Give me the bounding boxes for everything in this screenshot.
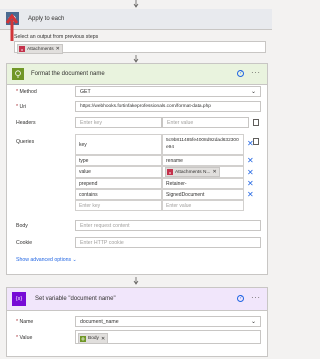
- query-value-0[interactable]: 5c9b811485fe4008d92dad632300e94: [162, 134, 244, 155]
- query-key-0[interactable]: key: [75, 134, 162, 155]
- format-action-header[interactable]: Format the document name ? ···: [7, 64, 267, 85]
- query-value-2[interactable]: o Attachments N... ✕: [162, 166, 244, 178]
- show-advanced-options-link[interactable]: Show advanced options ⌄: [16, 257, 77, 263]
- chevron-down-icon: ⌄: [72, 257, 77, 263]
- chevron-down-icon: ⌄: [250, 319, 256, 325]
- http-globe-icon: [12, 68, 24, 80]
- query-key-2[interactable]: value: [75, 166, 162, 178]
- apply-to-each-header[interactable]: Apply to each: [0, 9, 272, 30]
- query-key-3[interactable]: prepend: [75, 178, 162, 189]
- attachments-token[interactable]: o Attachments ✕: [17, 44, 63, 54]
- outlook-icon: o: [19, 46, 25, 52]
- text-mode-icon[interactable]: [253, 119, 259, 126]
- more-options-icon[interactable]: ···: [251, 69, 261, 77]
- http-globe-icon: ◍: [80, 335, 86, 342]
- uri-input[interactable]: https://webhooks.fortinfakeprofessionals…: [75, 101, 261, 112]
- connector-arrow-top: [133, 0, 139, 8]
- delete-query-1-icon[interactable]: ✕: [247, 157, 254, 165]
- select-output-field[interactable]: o Attachments ✕: [14, 41, 266, 54]
- variable-icon: {x}: [12, 292, 26, 306]
- help-icon[interactable]: ?: [237, 70, 244, 77]
- apply-to-each-title: Apply to each: [28, 16, 65, 22]
- query-key-1[interactable]: type: [75, 155, 162, 166]
- uri-label: * Uri: [16, 104, 27, 110]
- variable-name-select[interactable]: document_name ⌄: [75, 316, 261, 327]
- remove-token-icon[interactable]: ✕: [56, 46, 60, 52]
- set-variable-header[interactable]: {x} Set variable "document name" ? ···: [7, 288, 267, 311]
- format-action-card: Format the document name ? ··· * Method …: [6, 63, 268, 275]
- value-label: * Value: [16, 335, 33, 341]
- body-label: Body: [16, 223, 28, 229]
- query-value-4[interactable]: SignedDocument: [162, 189, 244, 200]
- headers-label: Headers: [16, 120, 36, 126]
- connector-arrow-2: [133, 277, 139, 285]
- format-action-title: Format the document name: [31, 71, 105, 77]
- more-options-icon[interactable]: ···: [251, 294, 261, 302]
- variable-value-input[interactable]: ◍ Body ✕: [75, 330, 261, 344]
- query-key-new[interactable]: Enter key: [75, 200, 162, 211]
- remove-token-icon[interactable]: ✕: [212, 169, 216, 175]
- name-label: * Name: [16, 319, 34, 325]
- query-value-new[interactable]: Enter value: [162, 200, 244, 211]
- delete-query-0-icon[interactable]: ✕: [247, 140, 254, 148]
- attachments-name-token[interactable]: o Attachments N... ✕: [165, 167, 220, 177]
- queries-text-mode-icon[interactable]: [253, 138, 259, 145]
- query-value-1[interactable]: rename: [162, 155, 244, 166]
- connector-arrow-1: [133, 55, 139, 63]
- delete-query-3-icon[interactable]: ✕: [247, 180, 254, 188]
- query-value-3[interactable]: Retainer-: [162, 178, 244, 189]
- header-key-input[interactable]: Enter key: [75, 117, 162, 128]
- body-input[interactable]: Enter request content: [75, 220, 261, 231]
- remove-token-icon[interactable]: ✕: [101, 336, 105, 342]
- set-variable-title: Set variable "document name": [35, 296, 116, 302]
- delete-query-4-icon[interactable]: ✕: [247, 191, 254, 199]
- select-output-label: Select an output from previous steps: [14, 34, 99, 40]
- header-value-input[interactable]: Enter value: [162, 117, 249, 128]
- query-key-4[interactable]: contains: [75, 189, 162, 200]
- cookie-input[interactable]: Enter HTTP cookie: [75, 237, 261, 248]
- cookie-label: Cookie: [16, 240, 33, 246]
- body-token[interactable]: ◍ Body ✕: [78, 333, 109, 344]
- help-icon[interactable]: ?: [237, 295, 244, 302]
- method-select[interactable]: GET ⌄: [75, 86, 261, 97]
- set-variable-card: {x} Set variable "document name" ? ··· *…: [6, 287, 268, 357]
- delete-query-2-icon[interactable]: ✕: [247, 169, 254, 177]
- chevron-down-icon: ⌄: [250, 89, 256, 95]
- queries-label: Queries: [16, 139, 35, 145]
- method-label: * Method: [16, 89, 37, 95]
- outlook-icon: o: [167, 169, 173, 175]
